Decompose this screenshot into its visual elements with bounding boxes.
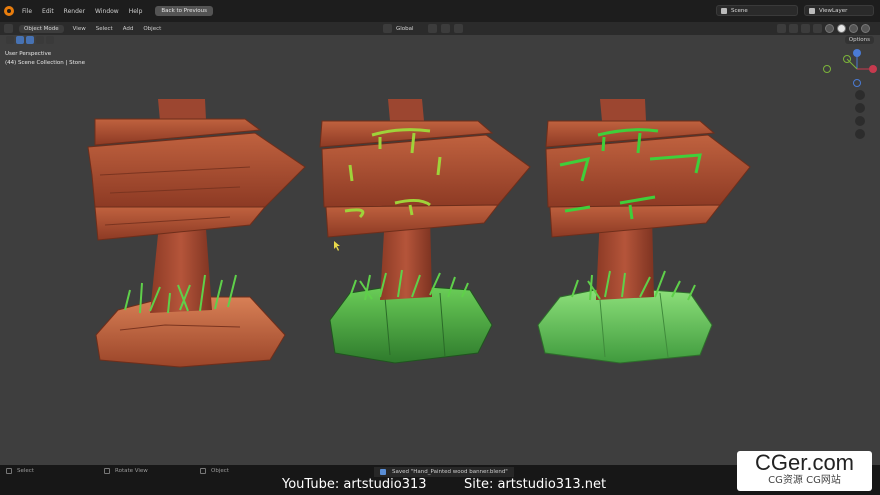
select-cursor-icon[interactable] xyxy=(6,36,14,44)
select-subtract-icon[interactable] xyxy=(36,36,44,44)
sign-moss-dark xyxy=(319,99,531,364)
top-menu-bar: File Edit Render Window Help Back to Pre… xyxy=(0,0,880,22)
wireframe-shading-icon[interactable] xyxy=(825,24,834,33)
tool-row xyxy=(6,36,54,44)
sign-moss-light xyxy=(537,99,751,364)
menu-select[interactable]: Select xyxy=(91,26,118,32)
snap-icon[interactable] xyxy=(440,24,450,33)
menu-object[interactable]: Object xyxy=(138,26,166,32)
blender-logo-icon[interactable] xyxy=(4,6,14,16)
mouse-middle-icon xyxy=(104,468,110,474)
saved-message: Saved "Hand_Painted wood banner.blend" xyxy=(392,469,508,475)
xray-icon[interactable] xyxy=(813,24,822,33)
neg-z-axis-icon[interactable] xyxy=(853,79,861,87)
scene-collection-label: (44) Scene Collection | Stone xyxy=(5,60,85,66)
transform-orientation-icon[interactable] xyxy=(383,24,392,33)
status-object-label: Object xyxy=(211,468,229,474)
menu-view[interactable]: View xyxy=(68,26,91,32)
visibility-icon[interactable] xyxy=(777,24,786,33)
sign-plain xyxy=(87,99,306,368)
mouse-left-icon xyxy=(6,468,12,474)
overlay-toggle-icon[interactable] xyxy=(801,24,810,33)
axis-lines xyxy=(846,53,873,70)
youtube-caption: YouTube: artstudio313 xyxy=(282,477,427,492)
menu-window[interactable]: Window xyxy=(90,8,124,15)
grid-icon[interactable] xyxy=(855,129,865,139)
menu-edit[interactable]: Edit xyxy=(37,8,59,15)
menu-file[interactable]: File xyxy=(17,8,37,15)
viewport-header: Object Mode View Select Add Object Globa… xyxy=(0,22,880,35)
status-select-label: Select xyxy=(17,468,34,474)
3d-viewport[interactable]: User Perspective (44) Scene Collection |… xyxy=(0,35,880,465)
status-select: Select xyxy=(6,468,34,474)
watermark-main: CGer.com xyxy=(754,450,855,475)
solid-shading-icon[interactable] xyxy=(837,24,846,33)
proportional-edit-icon[interactable] xyxy=(453,24,463,33)
select-invert-icon[interactable] xyxy=(46,36,54,44)
menu-render[interactable]: Render xyxy=(59,8,90,15)
view-layer-icon xyxy=(809,7,815,14)
y-axis-icon[interactable] xyxy=(843,55,851,63)
neg-y-axis-icon[interactable] xyxy=(823,65,831,73)
pan-icon[interactable] xyxy=(855,103,865,113)
object-mode-dropdown[interactable]: Object Mode xyxy=(19,24,64,33)
scene-render xyxy=(87,99,751,368)
cger-watermark: CGer.com CG资源 CG网站 xyxy=(737,451,872,491)
mouse-right-icon xyxy=(200,468,206,474)
mouse-cursor-icon xyxy=(334,241,340,251)
zoom-icon[interactable] xyxy=(855,90,865,100)
site-caption: Site: artstudio313.net xyxy=(464,477,607,492)
saved-notification: Saved "Hand_Painted wood banner.blend" xyxy=(374,467,514,477)
status-rotate: Rotate View xyxy=(104,468,148,474)
z-axis-icon[interactable] xyxy=(853,49,861,57)
select-box-icon[interactable] xyxy=(16,36,24,44)
gizmo-toggle-icon[interactable] xyxy=(789,24,798,33)
material-shading-icon[interactable] xyxy=(849,24,858,33)
menu-help[interactable]: Help xyxy=(124,8,148,15)
orientation-dropdown[interactable]: Global xyxy=(396,26,414,32)
camera-icon[interactable] xyxy=(855,116,865,126)
view-perspective-label: User Perspective xyxy=(5,51,52,57)
watermark-sub: CG资源 CG网站 xyxy=(768,475,841,486)
status-rotate-label: Rotate View xyxy=(115,468,148,474)
rendered-shading-icon[interactable] xyxy=(861,24,870,33)
info-icon xyxy=(380,469,386,475)
view-layer-name: ViewLayer xyxy=(819,7,848,14)
options-dropdown[interactable]: Options xyxy=(844,36,874,44)
back-to-previous-button[interactable]: Back to Previous xyxy=(155,6,214,16)
pivot-icon[interactable] xyxy=(427,24,437,33)
view-layer-selector[interactable]: ViewLayer xyxy=(804,5,874,16)
navigation-gizmo[interactable] xyxy=(820,35,880,175)
scene-name: Scene xyxy=(731,7,748,14)
scene-selector[interactable]: Scene xyxy=(716,5,798,16)
editor-type-icon[interactable] xyxy=(4,24,13,33)
select-extend-icon[interactable] xyxy=(26,36,34,44)
scene-icon xyxy=(721,7,727,14)
x-axis-icon[interactable] xyxy=(869,65,877,73)
menu-add[interactable]: Add xyxy=(118,26,139,32)
status-object: Object xyxy=(200,468,229,474)
